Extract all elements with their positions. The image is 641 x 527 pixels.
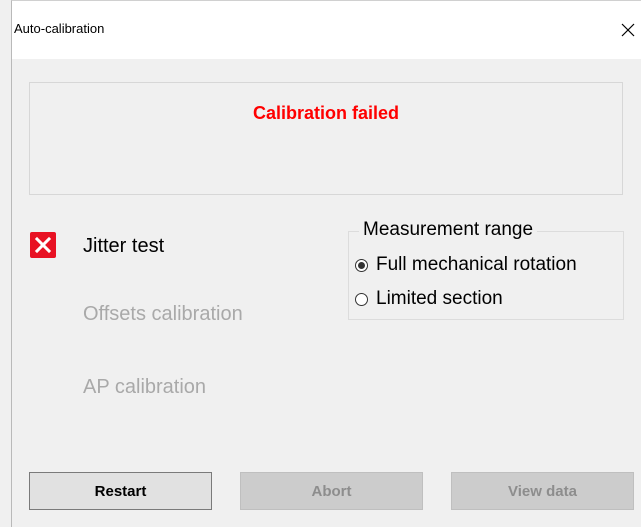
close-button[interactable] xyxy=(615,13,641,47)
view-data-button: View data xyxy=(451,472,634,510)
radio-full-mechanical-rotation[interactable]: Full mechanical rotation xyxy=(355,254,577,276)
abort-button: Abort xyxy=(240,472,423,510)
radio-label: Limited section xyxy=(376,288,503,309)
step-jitter-test: Jitter test xyxy=(83,235,165,257)
measurement-range-group: Measurement range Full mechanical rotati… xyxy=(348,219,624,320)
step-ap-calibration: AP calibration xyxy=(83,376,207,398)
fail-x-icon xyxy=(30,232,56,258)
restart-button[interactable]: Restart xyxy=(29,472,212,510)
status-panel: Calibration failed xyxy=(29,82,623,195)
radio-unselected-icon[interactable] xyxy=(355,292,368,306)
window-title: Auto-calibration xyxy=(14,21,105,36)
radio-selected-icon[interactable] xyxy=(355,258,368,272)
close-icon xyxy=(621,23,635,37)
radio-label: Full mechanical rotation xyxy=(376,254,577,275)
measurement-range-title: Measurement range xyxy=(359,219,538,241)
radio-limited-section[interactable]: Limited section xyxy=(355,288,503,310)
status-message: Calibration failed xyxy=(252,103,400,123)
step-offsets-calibration: Offsets calibration xyxy=(83,303,243,325)
title-bar: Auto-calibration xyxy=(12,1,641,59)
